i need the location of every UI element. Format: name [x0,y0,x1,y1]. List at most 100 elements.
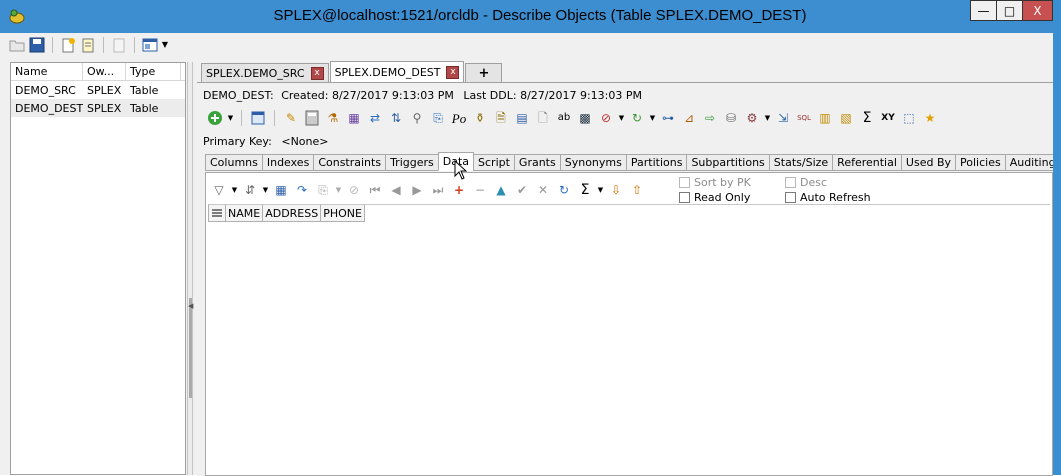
refresh-icon[interactable]: ↻ [628,109,646,127]
import-icon[interactable]: ⇲ [774,109,792,127]
favorite-icon[interactable]: ★ [921,109,939,127]
copy-data-icon[interactable]: ⎘ [429,109,447,127]
compile-icon[interactable]: ▦ [345,109,363,127]
chevron-down-icon[interactable]: ▼ [597,181,604,199]
db-icon[interactable]: ⛁ [722,109,740,127]
copy-icon[interactable] [79,36,97,54]
first-record-icon[interactable]: ⏮ [366,181,384,199]
script-icon[interactable]: 🗎 [492,109,510,127]
export-data-icon[interactable]: ⇩ [607,181,625,199]
panel-splitter[interactable]: ◀ [187,62,193,475]
close-tab-icon[interactable]: x [446,65,460,79]
chevron-down-icon[interactable]: ▼ [649,109,656,127]
chevron-down-icon[interactable]: ▼ [227,109,234,127]
grid-column-phone[interactable]: PHONE [320,205,365,222]
notes-icon[interactable]: ▧ [837,109,855,127]
edit-icon[interactable]: ✎ [282,109,300,127]
sql-icon[interactable]: SQL [795,109,813,127]
list-item[interactable]: DEMO_SRC SPLEX Table [11,81,185,99]
select-icon[interactable]: ⬚ [900,109,918,127]
desc-checkbox[interactable]: Desc [785,176,871,189]
list-item[interactable]: DEMO_DEST SPLEX Table [11,99,185,117]
auto-refresh-checkbox[interactable]: Auto Refresh [785,191,871,204]
rebuild-icon[interactable]: ⇅ [387,109,405,127]
tab-demo-dest[interactable]: SPLEX.DEMO_DEST x [329,61,465,82]
minimize-button[interactable]: — [970,0,997,21]
tab-used-by[interactable]: Used By [900,154,957,171]
tab-stats-size[interactable]: Stats/Size [768,154,834,171]
post-edit-icon[interactable]: ✔ [513,181,531,199]
tab-indexes[interactable]: Indexes [261,154,315,171]
compare-icon[interactable]: ⇄ [366,109,384,127]
tab-triggers[interactable]: Triggers [385,154,439,171]
grid-icon[interactable]: ▦ [272,181,290,199]
analyze-icon[interactable]: ⚗ [324,109,342,127]
tab-policies[interactable]: Policies [955,154,1006,171]
sum-icon[interactable]: Σ [858,109,876,127]
import-data-icon[interactable]: ⇧ [628,181,646,199]
disable-icon[interactable]: ⊘ [597,109,615,127]
redo-icon[interactable]: ↷ [293,181,311,199]
tab-columns[interactable]: Columns [205,154,263,171]
table-icon[interactable] [249,109,267,127]
maximize-button[interactable]: □ [996,0,1023,21]
settings-icon[interactable]: ⚙ [743,109,761,127]
grid-view-icon[interactable] [141,36,159,54]
column-header-owner[interactable]: Ow... [83,63,126,80]
page-icon[interactable] [110,36,128,54]
ab-icon[interactable]: ab [555,109,573,127]
tab-constraints[interactable]: Constraints [313,154,387,171]
keyboard-icon[interactable]: ▩ [576,109,594,127]
chevron-down-icon[interactable]: ▼ [231,181,238,199]
calculator-icon[interactable] [303,109,321,127]
tab-partitions[interactable]: Partitions [625,154,688,171]
next-record-icon[interactable]: ▶ [408,181,426,199]
tab-script[interactable]: Script [473,154,515,171]
tab-demo-src[interactable]: SPLEX.DEMO_SRC x [201,63,329,82]
tab-grants[interactable]: Grants [513,154,561,171]
open-icon[interactable] [8,36,26,54]
clear-icon[interactable]: ⊘ [345,181,363,199]
document-icon[interactable]: 🗋 [534,109,552,127]
close-tab-icon[interactable]: x [310,66,324,80]
dependencies-icon[interactable]: ⊶ [659,109,677,127]
add-tab-button[interactable]: + [465,63,503,82]
column-header-name[interactable]: Name [11,63,83,80]
edit-record-icon[interactable]: ▲ [492,181,510,199]
data-grid[interactable]: NAME ADDRESS PHONE [208,204,1050,475]
tab-subpartitions[interactable]: Subpartitions [686,154,770,171]
grid-column-name[interactable]: NAME [225,205,264,222]
add-icon[interactable] [206,109,224,127]
cancel-edit-icon[interactable]: ✕ [534,181,552,199]
chart-icon[interactable]: ⊿ [680,109,698,127]
read-only-checkbox[interactable]: Read Only [679,191,751,204]
report-icon[interactable]: ▥ [816,109,834,127]
tab-referential[interactable]: Referential [832,154,902,171]
copy-rows-icon[interactable]: ⎘ [314,181,332,199]
insert-record-icon[interactable]: + [450,181,468,199]
chevron-down-icon[interactable]: ▼ [335,181,342,199]
truncate-icon[interactable]: ⚱ [471,109,489,127]
grid-column-address[interactable]: ADDRESS [262,205,322,222]
find-icon[interactable]: ⚲ [408,109,426,127]
prior-record-icon[interactable]: ◀ [387,181,405,199]
export-icon[interactable]: ▤ [513,109,531,127]
splitter-grip[interactable] [189,298,192,398]
last-record-icon[interactable]: ⏭ [429,181,447,199]
grid-menu-icon[interactable] [208,205,226,222]
chevron-down-icon[interactable]: ▼ [161,36,169,54]
chevron-down-icon[interactable]: ▼ [262,181,269,199]
xy-icon[interactable]: XY [879,109,897,127]
chevron-down-icon[interactable]: ▼ [618,109,625,127]
collapse-arrow-icon[interactable]: ◀ [188,302,193,310]
chevron-down-icon[interactable]: ▼ [764,109,771,127]
filter-icon[interactable]: ▽ [210,181,228,199]
close-button[interactable]: X [1022,0,1053,21]
title-bar[interactable]: SPLEX@localhost:1521/orcldb - Describe O… [0,0,1053,33]
column-header-type[interactable]: Type [126,63,181,80]
move-icon[interactable]: ⇨ [701,109,719,127]
new-icon[interactable] [59,36,77,54]
po-icon[interactable]: Po [450,109,468,127]
refresh-data-icon[interactable]: ↻ [555,181,573,199]
delete-record-icon[interactable]: − [471,181,489,199]
